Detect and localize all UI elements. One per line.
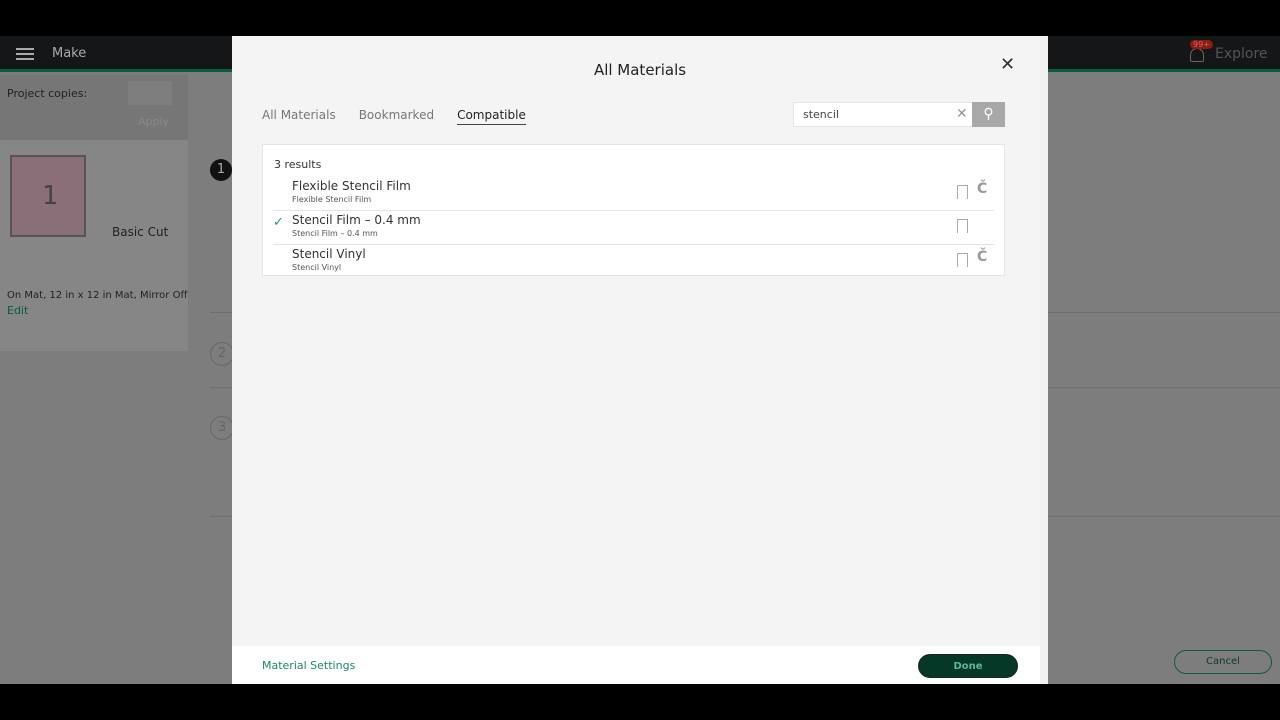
material-settings-link[interactable]: Material Settings xyxy=(262,659,355,672)
project-copies-label: Project copies: xyxy=(7,87,88,100)
project-copies-section: Project copies: Apply xyxy=(0,75,188,140)
search-icon[interactable]: ⚲ xyxy=(972,102,1005,127)
search-input[interactable] xyxy=(803,108,943,121)
list-item[interactable]: Stencil Vinyl Stencil Vinyl Č xyxy=(273,244,994,277)
list-item[interactable]: Flexible Stencil Film Flexible Stencil F… xyxy=(263,177,1004,210)
mat-name: Basic Cut xyxy=(112,225,169,239)
step-3: 3 xyxy=(210,416,234,440)
material-subtitle: Stencil Film – 0.4 mm xyxy=(292,229,378,238)
bookmark-icon[interactable] xyxy=(957,219,968,233)
all-materials-dialog: All Materials ✕ All Materials Bookmarked… xyxy=(232,36,1048,684)
search-box: ✕ ⚲ xyxy=(793,102,1005,127)
bookmark-icon[interactable] xyxy=(957,185,968,199)
material-subtitle: Stencil Vinyl xyxy=(292,263,342,272)
explore-link[interactable]: Explore xyxy=(1215,46,1268,62)
material-name: Stencil Vinyl xyxy=(292,247,366,261)
material-tabs: All Materials Bookmarked Compatible xyxy=(262,108,526,125)
tab-compatible[interactable]: Compatible xyxy=(457,108,526,125)
notification-badge: 99+ xyxy=(1190,40,1213,49)
material-name: Stencil Film – 0.4 mm xyxy=(292,213,421,227)
step-1: 1 xyxy=(210,159,232,181)
mat-info: On Mat, 12 in x 12 in Mat, Mirror Off xyxy=(7,290,188,301)
bookmark-icon[interactable] xyxy=(957,253,968,267)
material-name: Flexible Stencil Film xyxy=(292,179,411,193)
edit-link[interactable]: Edit xyxy=(7,304,28,317)
results-count: 3 results xyxy=(274,158,322,171)
clear-icon[interactable]: ✕ xyxy=(956,106,968,122)
page-title: Make xyxy=(52,46,87,61)
hamburger-menu-icon[interactable] xyxy=(16,48,34,60)
compatible-icon: Č xyxy=(977,249,988,265)
results-list: 3 results Flexible Stencil Film Flexible… xyxy=(262,144,1005,276)
dialog-title: All Materials xyxy=(593,61,687,79)
mat-preview[interactable]: 1 xyxy=(10,155,86,237)
tab-all-materials[interactable]: All Materials xyxy=(262,108,336,125)
project-copies-stepper[interactable] xyxy=(128,81,172,105)
apply-button[interactable]: Apply xyxy=(138,115,169,128)
compatible-icon: Č xyxy=(977,181,988,197)
tab-bookmarked[interactable]: Bookmarked xyxy=(359,108,434,125)
step-2: 2 xyxy=(210,342,234,366)
mat-number: 1 xyxy=(42,181,59,211)
bell-icon[interactable] xyxy=(1190,48,1204,62)
scrollbar[interactable] xyxy=(1040,36,1048,684)
check-icon: ✓ xyxy=(273,215,284,230)
done-button[interactable]: Done xyxy=(918,654,1018,678)
left-panel: Project copies: Apply 1 Basic Cut On Mat… xyxy=(0,75,188,351)
dialog-footer: Material Settings Done xyxy=(232,646,1048,684)
list-item[interactable]: ✓ Stencil Film – 0.4 mm Stencil Film – 0… xyxy=(273,210,994,243)
cancel-button[interactable]: Cancel xyxy=(1174,650,1272,674)
close-icon[interactable]: ✕ xyxy=(1000,54,1015,75)
material-subtitle: Flexible Stencil Film xyxy=(292,195,372,204)
